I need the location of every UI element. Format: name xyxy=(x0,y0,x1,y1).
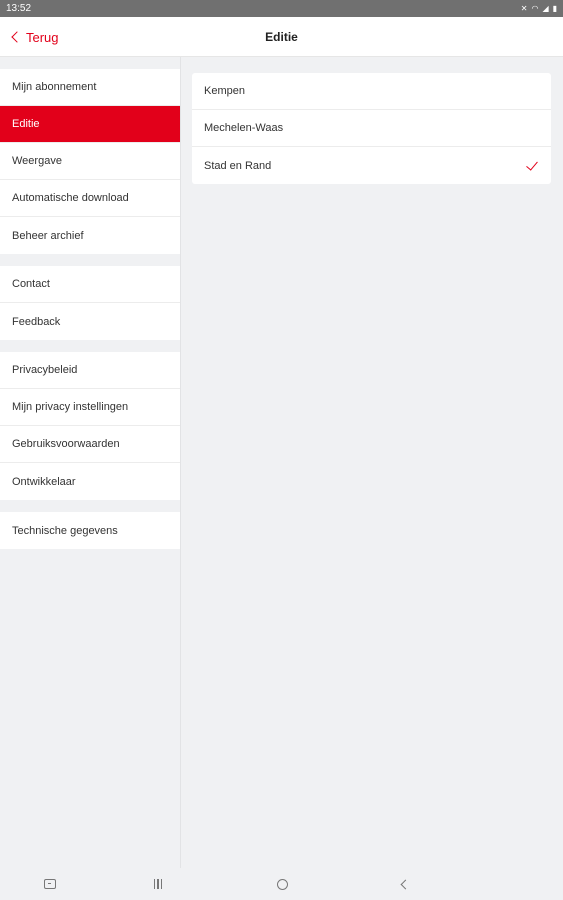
edition-option-stad-en-rand[interactable]: Stad en Rand xyxy=(192,147,551,184)
edition-option-label: Mechelen-Waas xyxy=(204,122,284,134)
battery-icon: ▮ xyxy=(552,4,557,13)
sidebar-item-mijn-privacy-instellingen[interactable]: Mijn privacy instellingen xyxy=(0,389,180,426)
keyboard-icon xyxy=(44,879,56,889)
nav-bar: Terug Editie xyxy=(0,17,563,57)
sidebar-item-technische-gegevens[interactable]: Technische gegevens xyxy=(0,512,180,549)
sidebar-item-automatische-download[interactable]: Automatische download xyxy=(0,180,180,217)
back-button[interactable]: Terug xyxy=(10,17,59,57)
sidebar-item-gebruiksvoorwaarden[interactable]: Gebruiksvoorwaarden xyxy=(0,426,180,463)
page-title: Editie xyxy=(265,30,298,44)
back-icon xyxy=(400,879,410,889)
sidebar-item-feedback[interactable]: Feedback xyxy=(0,303,180,340)
signal-icon: ◢ xyxy=(542,4,549,13)
wifi-icon: ◠ xyxy=(531,4,539,13)
sidebar-item-weergave[interactable]: Weergave xyxy=(0,143,180,180)
status-icons: ✕ ◠ ◢ ▮ xyxy=(521,4,557,13)
sidebar-item-privacybeleid[interactable]: Privacybeleid xyxy=(0,352,180,389)
sidebar-group: Contact Feedback xyxy=(0,266,180,340)
sidebar-item-editie[interactable]: Editie xyxy=(0,106,180,143)
back-label: Terug xyxy=(26,29,59,45)
edition-option-label: Stad en Rand xyxy=(204,159,272,172)
sidebar-group: Technische gegevens xyxy=(0,512,180,549)
status-bar: 13:52 ✕ ◠ ◢ ▮ xyxy=(0,0,563,17)
checkmark-icon xyxy=(526,157,538,171)
sidebar-item-ontwikkelaar[interactable]: Ontwikkelaar xyxy=(0,463,180,500)
sidebar-group: Privacybeleid Mijn privacy instellingen Ge… xyxy=(0,352,180,500)
recents-button[interactable] xyxy=(138,868,178,900)
sidebar-item-beheer-archief[interactable]: Beheer archief xyxy=(0,217,180,254)
settings-sidebar: Mijn abonnement Editie Weergave Automatisch… xyxy=(0,57,181,868)
edition-content: Kempen Mechelen-Waas Stad en Rand xyxy=(192,73,551,184)
home-button[interactable] xyxy=(262,868,302,900)
sidebar-group: Mijn abonnement Editie Weergave Automatisch… xyxy=(0,69,180,254)
mute-icon: ✕ xyxy=(520,4,528,13)
edition-option-label: Kempen xyxy=(204,85,245,97)
chevron-left-icon xyxy=(11,31,23,43)
system-nav-bar xyxy=(0,868,563,900)
keyboard-button[interactable] xyxy=(30,868,70,900)
sidebar-item-mijn-abonnement[interactable]: Mijn abonnement xyxy=(0,69,180,106)
edition-list: Kempen Mechelen-Waas Stad en Rand xyxy=(192,73,551,184)
status-time: 13:52 xyxy=(6,3,32,14)
edition-option-mechelen-waas[interactable]: Mechelen-Waas xyxy=(192,110,551,147)
recents-icon xyxy=(153,879,163,889)
edition-option-kempen[interactable]: Kempen xyxy=(192,73,551,110)
system-back-button[interactable] xyxy=(385,868,425,900)
home-icon xyxy=(276,878,288,890)
sidebar-item-contact[interactable]: Contact xyxy=(0,266,180,303)
